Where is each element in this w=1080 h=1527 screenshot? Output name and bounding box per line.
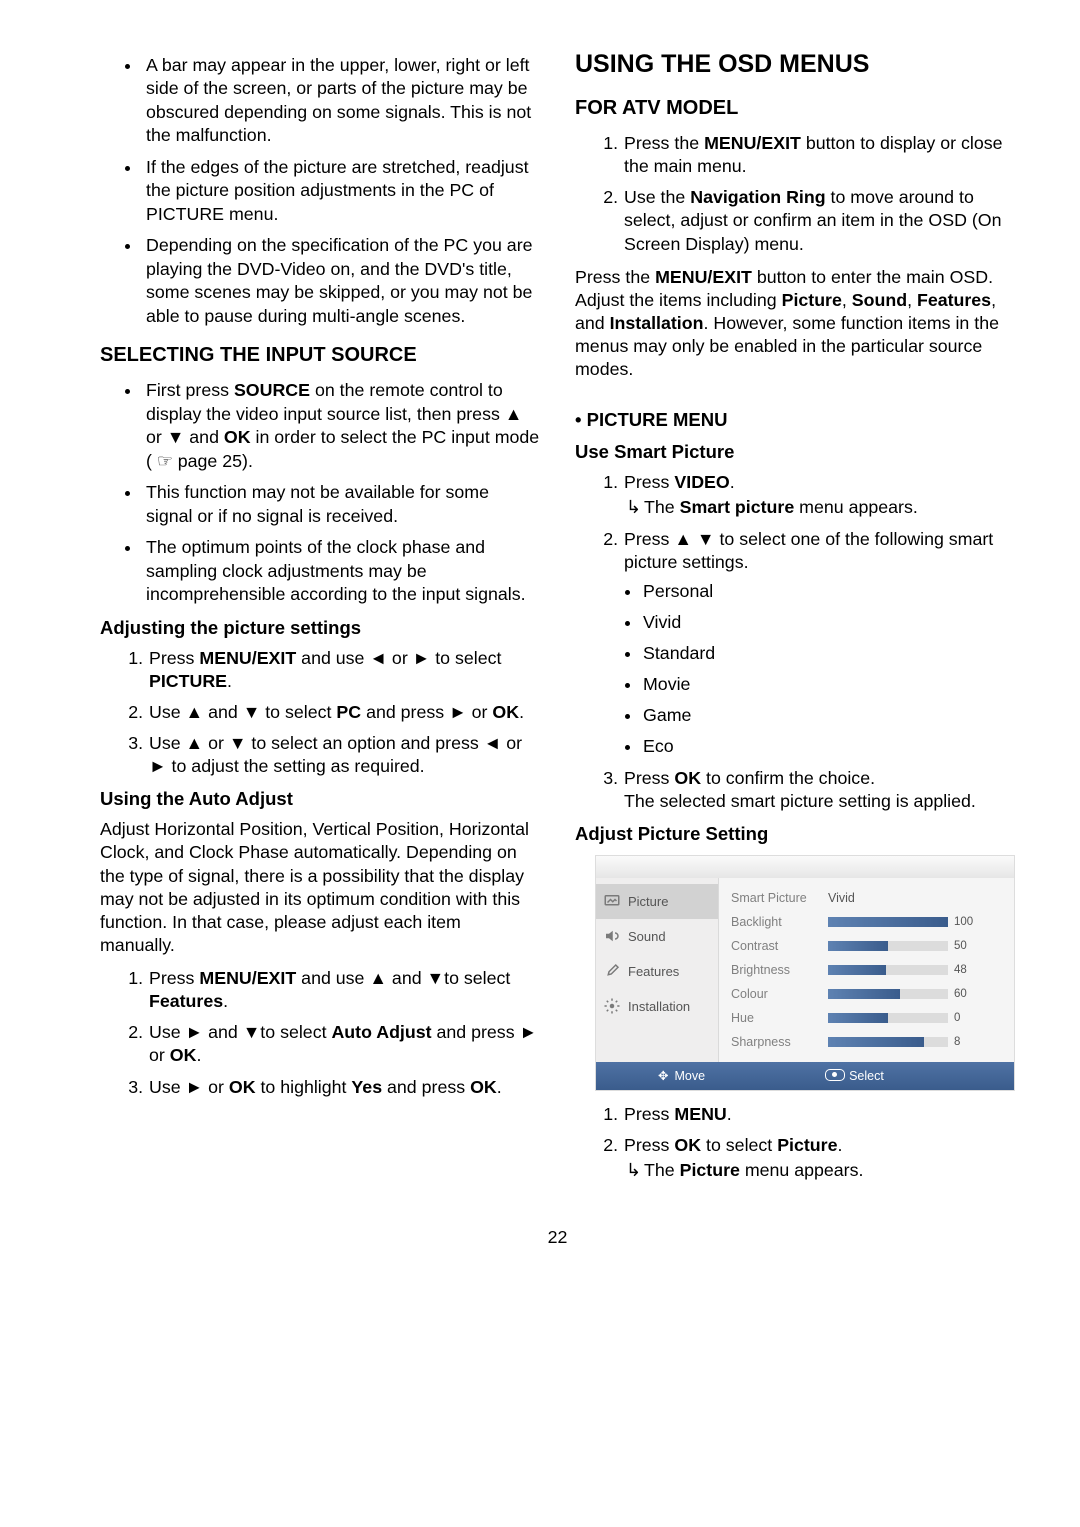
osd-row-colour: Colour 60 xyxy=(731,982,1004,1006)
osd-nav-picture: Picture xyxy=(596,884,718,919)
step-item: Press OK to confirm the choice. The sele… xyxy=(623,767,1015,813)
step-item: Use ▲ or ▼ to select an option and press… xyxy=(148,732,540,778)
osd-row-sharpness: Sharpness 8 xyxy=(731,1030,1004,1054)
heading-adjust-picture-setting: Adjust Picture Setting xyxy=(575,823,1015,845)
bullet-item: First press SOURCE on the remote control… xyxy=(142,379,540,473)
step-item: Press ▲ ▼ to select one of the following… xyxy=(623,528,1015,759)
list-item: Eco xyxy=(642,735,1015,758)
heading-use-smart-picture: Use Smart Picture xyxy=(575,441,1015,463)
osd-nav-features: Features xyxy=(596,954,718,989)
osd-row-backlight: Backlight 100 xyxy=(731,910,1004,934)
osd-footer-select: Select xyxy=(825,1069,884,1083)
list-item: Personal xyxy=(642,580,1015,603)
list-item: Movie xyxy=(642,673,1015,696)
sound-icon xyxy=(603,927,621,945)
installation-icon xyxy=(603,997,621,1015)
step-item: Press MENU/EXIT and use ▲ and ▼to select… xyxy=(148,967,540,1013)
paragraph-auto-adjust: Adjust Horizontal Position, Vertical Pos… xyxy=(100,818,540,957)
step-item: Use ▲ and ▼ to select PC and press ► or … xyxy=(148,701,540,724)
step-item: Use ► and ▼to select Auto Adjust and pre… xyxy=(148,1021,540,1067)
heading-using-auto-adjust: Using the Auto Adjust xyxy=(100,788,540,810)
paragraph-osd-description: Press the MENU/EXIT button to enter the … xyxy=(575,266,1015,382)
bullet-item: This function may not be available for s… xyxy=(142,481,540,528)
osd-row-smart-picture: Smart Picture Vivid xyxy=(731,886,1004,910)
step-item: Press VIDEO. ↳The Smart picture menu app… xyxy=(623,471,1015,519)
osd-footer-move: ✥Move xyxy=(658,1068,705,1083)
heading-selecting-input-source: SELECTING THE INPUT SOURCE xyxy=(100,344,540,367)
osd-nav-sound: Sound xyxy=(596,919,718,954)
osd-row-hue: Hue 0 xyxy=(731,1006,1004,1030)
bullet-item: If the edges of the picture are stretche… xyxy=(142,156,540,226)
picture-icon xyxy=(603,892,621,910)
osd-row-brightness: Brightness 48 xyxy=(731,958,1004,982)
bullet-item: A bar may appear in the upper, lower, ri… xyxy=(142,54,540,148)
page-number: 22 xyxy=(100,1227,1015,1248)
heading-picture-menu: PICTURE MENU xyxy=(575,409,1015,431)
features-icon xyxy=(603,962,621,980)
step-item: Press the MENU/EXIT button to display or… xyxy=(623,132,1015,178)
list-item: Standard xyxy=(642,642,1015,665)
step-item: Press MENU. xyxy=(623,1103,1015,1126)
list-item: Game xyxy=(642,704,1015,727)
select-icon xyxy=(825,1069,845,1081)
osd-row-contrast: Contrast 50 xyxy=(731,934,1004,958)
dpad-icon: ✥ xyxy=(658,1068,668,1083)
bullet-item: Depending on the specification of the PC… xyxy=(142,234,540,328)
step-item: Press MENU/EXIT and use ◄ or ► to select… xyxy=(148,647,540,693)
heading-for-atv-model: FOR ATV MODEL xyxy=(575,97,1015,120)
step-item: Press OK to select Picture. ↳The Picture… xyxy=(623,1134,1015,1182)
list-item: Vivid xyxy=(642,611,1015,634)
heading-adjusting-picture-settings: Adjusting the picture settings xyxy=(100,617,540,639)
heading-using-osd-menus: USING THE OSD MENUS xyxy=(575,50,1015,79)
step-item: Use ► or OK to highlight Yes and press O… xyxy=(148,1076,540,1099)
osd-menu-screenshot: Picture Sound Features Installation xyxy=(595,855,1015,1091)
osd-nav-installation: Installation xyxy=(596,989,718,1024)
bullet-item: The optimum points of the clock phase an… xyxy=(142,536,540,606)
step-item: Use the Navigation Ring to move around t… xyxy=(623,186,1015,255)
